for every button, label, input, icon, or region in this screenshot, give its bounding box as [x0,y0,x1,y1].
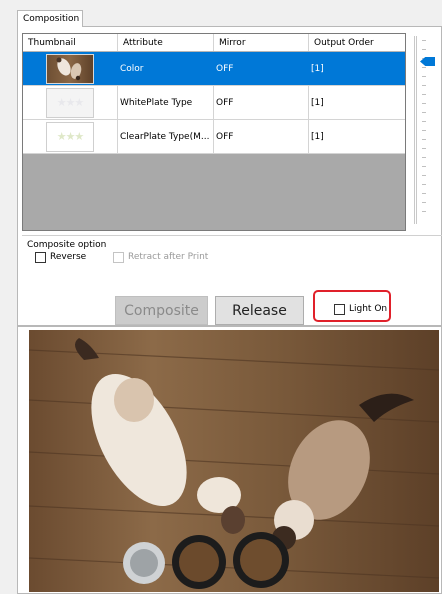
slider-track[interactable] [414,36,417,224]
attribute-cell: ClearPlate Type(M... [118,120,214,153]
output-order-cell: [1] [311,97,324,108]
preview-image [29,330,439,592]
table-row[interactable]: Color OFF [1] [23,52,405,86]
table-row[interactable]: ★★★ WhitePlate Type OFF [1] [23,86,405,120]
composition-window: Composition Thumbnail Attribute Mirror O… [0,0,442,594]
thumbnail-cell [23,52,118,85]
cat-photo-thumbnail [46,53,94,84]
composite-button: Composite [115,296,208,325]
reverse-label: Reverse [50,252,87,262]
retract-after-print-checkbox [113,252,124,263]
mirror-cell: OFF [214,120,309,153]
release-button[interactable]: Release [215,296,304,325]
star-pattern-thumbnail: ★★★ [46,87,94,118]
layer-table: Thumbnail Attribute Mirror Output Order [22,33,406,231]
light-on-label: Light On [349,304,388,314]
output-order-cell: [1] [311,63,324,74]
table-row[interactable]: ★★★ ClearPlate Type(M... OFF [1] [23,120,405,154]
mirror-cell: OFF [214,52,309,85]
reverse-checkbox[interactable] [35,252,46,263]
star-icon: ★★★ [56,96,85,109]
slider-ticks [422,40,426,220]
thumbnail-cell: ★★★ [23,120,118,153]
star-icon: ★★★ [56,130,85,143]
column-header-output-order[interactable]: Output Order [309,34,405,51]
attribute-cell: Color [118,52,214,85]
composite-option-title: Composite option [27,240,107,250]
table-header: Thumbnail Attribute Mirror Output Order [23,34,405,52]
column-header-attribute[interactable]: Attribute [118,34,214,51]
thumbnail-cell: ★★★ [23,86,118,119]
retract-after-print-label: Retract after Print [128,252,209,262]
column-header-mirror[interactable]: Mirror [214,34,309,51]
mirror-cell: OFF [214,86,309,119]
column-header-thumbnail[interactable]: Thumbnail [23,34,118,51]
star-pattern-thumbnail: ★★★ [46,121,94,152]
attribute-cell: WhitePlate Type [118,86,214,119]
light-on-checkbox[interactable] [334,304,345,315]
tab-composition[interactable]: Composition [17,10,83,27]
output-order-cell: [1] [311,131,324,142]
